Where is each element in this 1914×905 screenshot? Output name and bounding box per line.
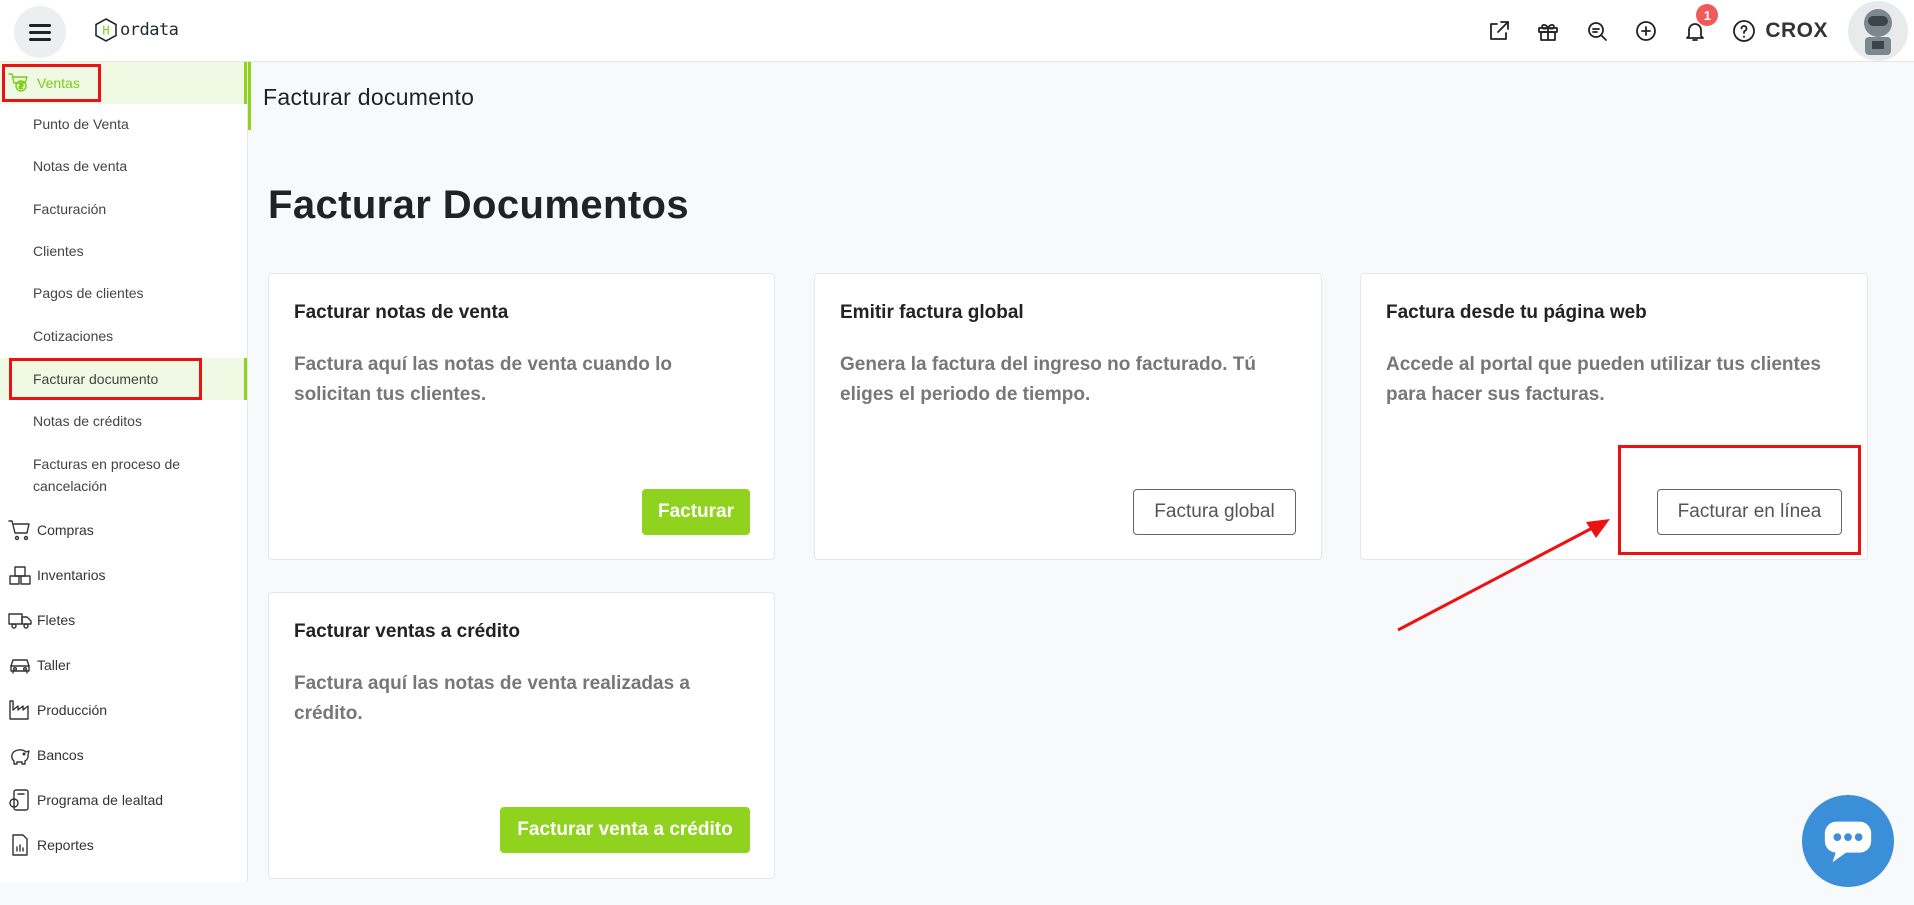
- sidebar-item-punto-de-venta[interactable]: Punto de Venta: [33, 113, 233, 135]
- card-title: Facturar ventas a crédito: [294, 621, 520, 642]
- facturar-documento-active-indicator: [244, 358, 247, 400]
- gift-icon[interactable]: [1535, 18, 1561, 44]
- truck-icon: [8, 613, 32, 629]
- sidebar-section-programa-de-lealtad[interactable]: Programa de lealtad: [0, 787, 247, 813]
- sidebar-item-pagos-de-clientes[interactable]: Pagos de clientes: [33, 282, 233, 304]
- sales-cart-icon: [8, 73, 28, 92]
- notification-badge: 1: [1696, 4, 1719, 26]
- page-header: Facturar documento: [248, 62, 1914, 130]
- sidebar-item-facturacion[interactable]: Facturación: [33, 198, 233, 220]
- page-title: Facturar Documentos: [268, 183, 690, 227]
- sidebar-section-label: Bancos: [37, 747, 84, 763]
- app-logo[interactable]: H ordata: [95, 18, 179, 42]
- chat-bubble-icon: [1824, 821, 1872, 863]
- facturar-button[interactable]: Facturar: [642, 489, 750, 535]
- top-bar: H ordata 1 CROX: [0, 0, 1914, 62]
- sidebar-section-label: Programa de lealtad: [37, 792, 164, 808]
- card-description: Accede al portal que pueden utilizar tus…: [1386, 354, 1821, 405]
- sidebar-item-facturar-documento[interactable]: Facturar documento: [33, 368, 233, 390]
- sidebar-item-facturas-en-proceso[interactable]: Facturas en proceso de cancelación: [33, 453, 213, 497]
- sidebar-item-notas-de-venta[interactable]: Notas de venta: [33, 155, 233, 177]
- sidebar-section-label: Producción: [37, 702, 108, 718]
- search-document-icon[interactable]: [1584, 18, 1610, 44]
- card-title: Emitir factura global: [840, 302, 1024, 323]
- sidebar-item-notas-de-creditos[interactable]: Notas de créditos: [33, 410, 233, 432]
- card-facturar-notas-de-venta: Facturar notas de venta Factura aquí las…: [268, 273, 775, 560]
- sidebar-section-taller[interactable]: Taller: [0, 652, 247, 678]
- report-icon: [12, 834, 28, 856]
- sidebar-section-label: Inventarios: [37, 567, 106, 583]
- menu-toggle-button[interactable]: [14, 6, 66, 58]
- sidebar-section-ventas[interactable]: Ventas: [0, 70, 247, 96]
- sidebar-section-reportes[interactable]: Reportes: [0, 832, 247, 858]
- sidebar-section-label: Reportes: [37, 837, 94, 853]
- card-factura-pagina-web: Factura desde tu página web Accede al po…: [1360, 273, 1868, 560]
- card-emitir-factura-global: Emitir factura global Genera la factura …: [814, 273, 1322, 560]
- shopping-cart-icon: [8, 520, 30, 541]
- factura-global-button[interactable]: Factura global: [1133, 489, 1296, 535]
- hamburger-icon: [29, 20, 51, 45]
- sidebar: Ventas Punto de Venta Notas de venta Fac…: [0, 62, 248, 882]
- piggy-bank-icon: [11, 749, 30, 765]
- sidebar-section-label: Taller: [37, 657, 71, 673]
- page-header-title: Facturar documento: [263, 84, 475, 110]
- sidebar-section-label: Compras: [37, 522, 94, 538]
- sidebar-section-label: Ventas: [37, 75, 80, 91]
- add-circle-icon[interactable]: [1633, 18, 1659, 44]
- card-description: Genera la factura del ingreso no factura…: [840, 354, 1256, 405]
- car-icon: [10, 659, 30, 674]
- sidebar-section-produccion[interactable]: Producción: [0, 697, 247, 723]
- user-avatar[interactable]: [1848, 1, 1908, 61]
- card-description: Factura aquí las notas de venta realizad…: [294, 673, 690, 724]
- logo-hexagon-icon: H: [95, 18, 117, 42]
- help-icon[interactable]: [1731, 18, 1757, 44]
- sidebar-item-cotizaciones[interactable]: Cotizaciones: [33, 325, 233, 347]
- external-link-icon[interactable]: [1486, 18, 1512, 44]
- card-title: Facturar notas de venta: [294, 302, 509, 323]
- boxes-icon: [9, 566, 31, 585]
- card-description: Factura aquí las notas de venta cuando l…: [294, 354, 672, 405]
- notification-bell-icon[interactable]: 1: [1682, 4, 1719, 44]
- logo-text: ordata: [120, 20, 179, 40]
- facturar-venta-a-credito-button[interactable]: Facturar venta a crédito: [500, 807, 750, 853]
- user-name[interactable]: CROX: [1765, 19, 1828, 43]
- factory-icon: [9, 700, 29, 720]
- card-title: Factura desde tu página web: [1386, 302, 1647, 323]
- sidebar-section-label: Fletes: [37, 612, 76, 628]
- card-facturar-ventas-a-credito: Facturar ventas a crédito Factura aquí l…: [268, 592, 775, 879]
- facturar-en-linea-button[interactable]: Facturar en línea: [1657, 489, 1842, 535]
- chat-support-button[interactable]: [1802, 795, 1894, 887]
- sidebar-section-bancos[interactable]: Bancos: [0, 742, 247, 768]
- sidebar-section-inventarios[interactable]: Inventarios: [0, 562, 247, 588]
- astronaut-avatar-icon: [1864, 9, 1892, 55]
- loyalty-card-icon: [9, 789, 29, 811]
- svg-text:H: H: [102, 24, 109, 38]
- sidebar-section-compras[interactable]: Compras: [0, 517, 247, 543]
- sidebar-item-clientes[interactable]: Clientes: [33, 240, 233, 262]
- sidebar-section-fletes[interactable]: Fletes: [0, 607, 247, 633]
